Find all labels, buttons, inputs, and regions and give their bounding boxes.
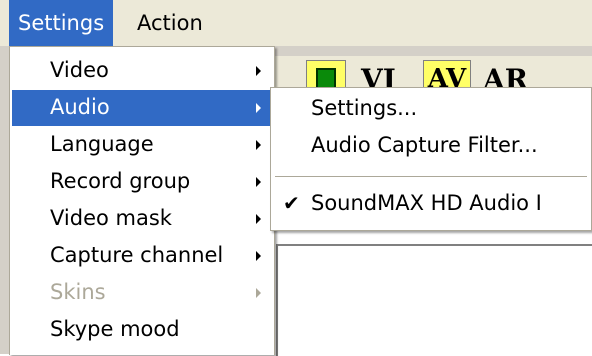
menu-item-record-group[interactable]: Record group xyxy=(12,164,272,200)
menu-item-label: Record group xyxy=(50,169,191,193)
menu-item-audio[interactable]: Audio xyxy=(12,90,272,126)
submenu-arrow-icon xyxy=(256,214,261,224)
audio-submenu: Settings... Audio Capture Filter... ✔ So… xyxy=(270,87,592,231)
menu-item-label: Video xyxy=(50,58,109,82)
video-preview-frame xyxy=(276,244,592,356)
settings-menu: Video Audio Language Record group Video … xyxy=(9,46,275,355)
menu-item-video-mask[interactable]: Video mask xyxy=(12,201,272,237)
menu-item-label: Language xyxy=(50,132,154,156)
menu-separator xyxy=(275,176,587,177)
menu-item-label: Skins xyxy=(50,280,106,304)
submenu-arrow-icon xyxy=(256,177,261,187)
checkmark-icon: ✔ xyxy=(283,191,300,215)
submenu-arrow-icon xyxy=(256,103,261,113)
submenu-item-settings[interactable]: Settings... xyxy=(273,91,589,127)
menu-item-label: Video mask xyxy=(50,206,172,230)
menu-item-skype-mood[interactable]: Skype mood xyxy=(12,312,272,348)
menu-item-label: SoundMAX HD Audio I xyxy=(311,191,542,215)
menu-bar: Settings Action xyxy=(0,0,592,47)
menu-item-label: Skype mood xyxy=(50,317,180,341)
submenu-item-audio-capture-filter[interactable]: Audio Capture Filter... xyxy=(273,128,589,164)
submenu-arrow-icon xyxy=(256,140,261,150)
menu-item-skins: Skins xyxy=(12,275,272,311)
submenu-arrow-icon xyxy=(256,288,261,298)
menu-item-label: Capture channel xyxy=(50,243,224,267)
menu-item-label: Audio Capture Filter... xyxy=(311,133,538,157)
menu-item-capture-channel[interactable]: Capture channel xyxy=(12,238,272,274)
menu-item-video[interactable]: Video xyxy=(12,53,272,89)
menu-item-language[interactable]: Language xyxy=(12,127,272,163)
menu-item-label: Settings... xyxy=(311,96,418,120)
menubar-action[interactable]: Action xyxy=(128,0,212,46)
submenu-item-soundmax[interactable]: ✔ SoundMAX HD Audio I xyxy=(273,186,589,222)
menubar-settings[interactable]: Settings xyxy=(9,0,114,46)
submenu-arrow-icon xyxy=(256,66,261,76)
submenu-arrow-icon xyxy=(256,251,261,261)
menu-item-label: Audio xyxy=(50,95,110,119)
